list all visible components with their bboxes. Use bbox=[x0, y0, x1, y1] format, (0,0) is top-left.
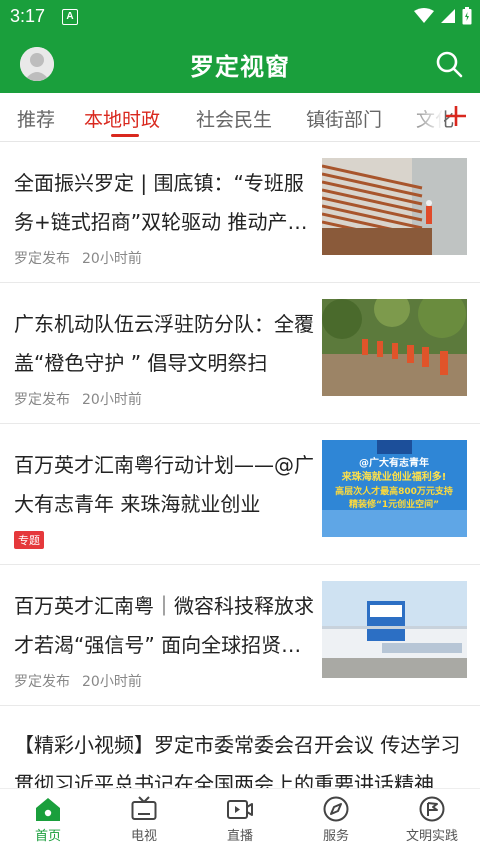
news-item[interactable]: 全面振兴罗定 | 围底镇：“专班服务+链式招商”双轮驱动 推动产业高质量发展 罗… bbox=[0, 142, 480, 283]
company-building-photo-image bbox=[322, 581, 467, 678]
poster-line-4: 精装修“1元创业空间” bbox=[349, 498, 439, 510]
nav-tv[interactable]: 电视 bbox=[96, 793, 192, 849]
poster-line-3: 高层次人才最高800万元支持 bbox=[335, 485, 453, 497]
nav-civilization[interactable]: 文明实践 bbox=[384, 793, 480, 849]
news-source: 罗定发布 bbox=[14, 251, 70, 267]
news-meta: 罗定发布 20小时前 bbox=[14, 248, 142, 268]
news-meta: 罗定发布 20小时前 bbox=[14, 671, 142, 691]
news-time: 20小时前 bbox=[82, 392, 142, 408]
nav-service-label: 服务 bbox=[322, 829, 349, 844]
nav-tv-label: 电视 bbox=[130, 829, 157, 844]
recruitment-poster-image: @广大有志青年 来珠海就业创业福利多! 高层次人才最高800万元支持 精装修“1… bbox=[322, 440, 467, 537]
notification-a-icon: A bbox=[62, 9, 78, 25]
active-tab-indicator bbox=[111, 134, 139, 137]
signal-icon bbox=[441, 9, 455, 23]
factory-photo-image bbox=[322, 158, 467, 255]
topic-badge: 专题 bbox=[14, 531, 44, 549]
search-icon bbox=[436, 51, 463, 78]
tab-fade bbox=[404, 93, 444, 141]
flag-icon bbox=[419, 796, 445, 822]
poster-line-1: @广大有志青年 bbox=[359, 456, 429, 469]
status-bar: 3:17 A bbox=[0, 0, 480, 33]
app-bar: 罗定视窗 bbox=[0, 33, 480, 93]
news-thumbnail bbox=[322, 581, 467, 678]
tab-town-departments[interactable]: 镇街部门 bbox=[306, 105, 382, 132]
nav-live-label: 直播 bbox=[226, 829, 253, 844]
category-tabs: 推荐 本地时政 社会民生 镇街部门 文化 bbox=[0, 93, 480, 142]
news-item[interactable]: 广东机动队伍云浮驻防分队：全覆盖“橙色守护 ” 倡导文明祭扫 罗定发布 20小时前 bbox=[0, 283, 480, 424]
nav-live[interactable]: 直播 bbox=[192, 793, 288, 849]
add-channel-button[interactable] bbox=[444, 103, 468, 129]
nav-home[interactable]: 首页 bbox=[0, 793, 96, 849]
compass-icon bbox=[323, 796, 349, 822]
news-source: 罗定发布 bbox=[14, 674, 70, 690]
tv-icon bbox=[131, 796, 157, 820]
news-thumbnail bbox=[322, 299, 467, 396]
news-item[interactable]: 【精彩小视频】罗定市委常委会召开会议 传达学习贯彻习近平总书记在全国两会上的重要… bbox=[0, 706, 480, 788]
news-title: 百万英才汇南粤行动计划——@广大有志青年 来珠海就业创业 bbox=[14, 453, 314, 516]
news-item[interactable]: 百万英才汇南粤｜微容科技释放求才若渴“强信号” 面向全球招贤纳士 罗定发布 20小… bbox=[0, 565, 480, 706]
tab-local-politics[interactable]: 本地时政 bbox=[84, 105, 160, 132]
forest-patrol-photo-image bbox=[322, 299, 467, 396]
nav-service[interactable]: 服务 bbox=[288, 793, 384, 849]
nav-home-label: 首页 bbox=[34, 829, 61, 844]
news-title: 广东机动队伍云浮驻防分队：全覆盖“橙色守护 ” 倡导文明祭扫 bbox=[14, 312, 314, 375]
bottom-navigation: 首页 电视 直播 服务 文明实践 bbox=[0, 788, 480, 854]
tab-recommend[interactable]: 推荐 bbox=[17, 105, 55, 132]
news-source: 罗定发布 bbox=[14, 392, 70, 408]
news-meta: 罗定发布 20小时前 bbox=[14, 389, 142, 409]
home-icon bbox=[36, 798, 60, 821]
battery-icon bbox=[462, 7, 472, 25]
news-thumbnail: @广大有志青年 来珠海就业创业福利多! 高层次人才最高800万元支持 精装修“1… bbox=[322, 440, 467, 537]
app-title: 罗定视窗 bbox=[190, 53, 290, 81]
tab-social-livelihood[interactable]: 社会民生 bbox=[196, 105, 272, 132]
plus-icon bbox=[446, 106, 466, 126]
news-time: 20小时前 bbox=[82, 674, 142, 690]
news-title: 【精彩小视频】罗定市委常委会召开会议 传达学习贯彻习近平总书记在全国两会上的重要… bbox=[14, 733, 461, 788]
poster-line-2: 来珠海就业创业福利多! bbox=[341, 470, 447, 483]
status-time: 3:17 bbox=[10, 6, 46, 26]
news-title: 百万英才汇南粤｜微容科技释放求才若渴“强信号” 面向全球招贤纳士 bbox=[14, 594, 314, 657]
search-button[interactable] bbox=[434, 49, 464, 79]
news-item[interactable]: 百万英才汇南粤行动计划——@广大有志青年 来珠海就业创业 专题 @广大有志青年 … bbox=[0, 424, 480, 565]
nav-civilization-label: 文明实践 bbox=[405, 829, 458, 844]
status-icons bbox=[414, 6, 472, 26]
news-list: 全面振兴罗定 | 围底镇：“专班服务+链式招商”双轮驱动 推动产业高质量发展 罗… bbox=[0, 142, 480, 788]
news-time: 20小时前 bbox=[82, 251, 142, 267]
news-title: 全面振兴罗定 | 围底镇：“专班服务+链式招商”双轮驱动 推动产业高质量发展 bbox=[14, 171, 308, 234]
wifi-icon bbox=[414, 8, 434, 23]
live-icon bbox=[227, 800, 253, 819]
news-thumbnail bbox=[322, 158, 467, 255]
